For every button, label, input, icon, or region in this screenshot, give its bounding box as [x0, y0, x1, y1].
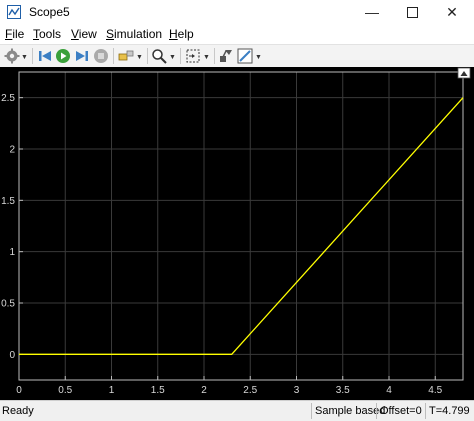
style-dropdown-icon[interactable]: ▼ — [255, 54, 262, 61]
scope-display[interactable]: 0 0.5 1 1.5 2 2.5 0 0.5 1 1.5 2 2.5 3 3.5 4 4.5 — [0, 67, 474, 400]
y-tick-label: 2.5 — [1, 93, 15, 104]
status-separator — [425, 403, 426, 419]
status-separator — [311, 403, 312, 419]
close-icon: ✕ — [446, 3, 458, 20]
autoscale-dropdown-icon[interactable]: ▼ — [203, 54, 210, 61]
style-icon[interactable] — [237, 48, 253, 64]
menu-simulation[interactable]: Simulation — [106, 27, 162, 41]
y-tick-label: 2 — [9, 145, 15, 156]
menu-bar: File Tools View Simulation Help — [0, 24, 474, 44]
menu-file[interactable]: File — [5, 27, 24, 41]
autoscale-icon[interactable] — [185, 48, 201, 64]
status-separator — [376, 403, 377, 419]
settings-dropdown-icon[interactable]: ▼ — [21, 54, 28, 61]
maximize-icon — [406, 6, 418, 18]
step-forward-icon[interactable] — [74, 48, 90, 64]
time-value: T=4.799 — [429, 405, 470, 417]
scope-app-icon — [7, 5, 21, 19]
zoom-icon[interactable] — [151, 48, 167, 64]
window-title: Scope5 — [29, 5, 70, 19]
x-tick-label: 4.5 — [428, 385, 442, 396]
step-back-icon[interactable] — [37, 48, 53, 64]
toolbar-separator — [180, 48, 181, 64]
x-tick-label: 2.5 — [243, 385, 257, 396]
menu-view[interactable]: View — [71, 27, 97, 41]
toolbar-separator — [113, 48, 114, 64]
y-tick-label: 1 — [9, 247, 15, 258]
status-ready: Ready — [2, 405, 34, 417]
minimize-icon: — — [365, 4, 379, 20]
title-bar: Scope5 — ✕ — [0, 0, 474, 24]
x-tick-label: 3.5 — [336, 385, 350, 396]
scope-plot[interactable]: 0 0.5 1 1.5 2 2.5 0 0.5 1 1.5 2 2.5 3 3.5 4 4.5 — [0, 67, 474, 400]
y-tick-label: 0.5 — [1, 299, 15, 310]
x-tick-label: 1 — [109, 385, 115, 396]
y-tick-label: 0 — [9, 350, 15, 361]
stop-icon[interactable] — [93, 48, 109, 64]
highlight-icon[interactable] — [118, 48, 134, 64]
toolbar-separator — [32, 48, 33, 64]
settings-icon[interactable] — [4, 48, 20, 64]
zoom-dropdown-icon[interactable]: ▼ — [169, 54, 176, 61]
x-tick-label: 4 — [386, 385, 392, 396]
close-button[interactable]: ✕ — [434, 0, 470, 24]
x-tick-label: 3 — [294, 385, 300, 396]
toolbar-separator — [147, 48, 148, 64]
y-tick-label: 1.5 — [1, 196, 15, 207]
undock-button[interactable] — [457, 67, 471, 79]
highlight-dropdown-icon[interactable]: ▼ — [136, 54, 143, 61]
minimize-button[interactable]: — — [354, 0, 390, 24]
x-tick-label: 2 — [201, 385, 207, 396]
toolbar-separator — [214, 48, 215, 64]
sampling-mode: Sample based — [315, 405, 386, 417]
offset-value: Offset=0 — [380, 405, 422, 417]
status-bar: Ready Sample based Offset=0 T=4.799 — [0, 400, 474, 421]
x-tick-label: 0 — [16, 385, 22, 396]
x-tick-label: 0.5 — [58, 385, 72, 396]
run-icon[interactable] — [55, 48, 71, 64]
menu-tools[interactable]: Tools — [33, 27, 61, 41]
toolbar: ▼ ▼ ▼ ▼ ▼ — [0, 44, 474, 68]
cursor-measure-icon[interactable] — [218, 48, 234, 64]
plot-background — [0, 67, 474, 400]
menu-help[interactable]: Help — [169, 27, 194, 41]
x-tick-label: 1.5 — [151, 385, 165, 396]
maximize-button[interactable] — [394, 0, 430, 24]
